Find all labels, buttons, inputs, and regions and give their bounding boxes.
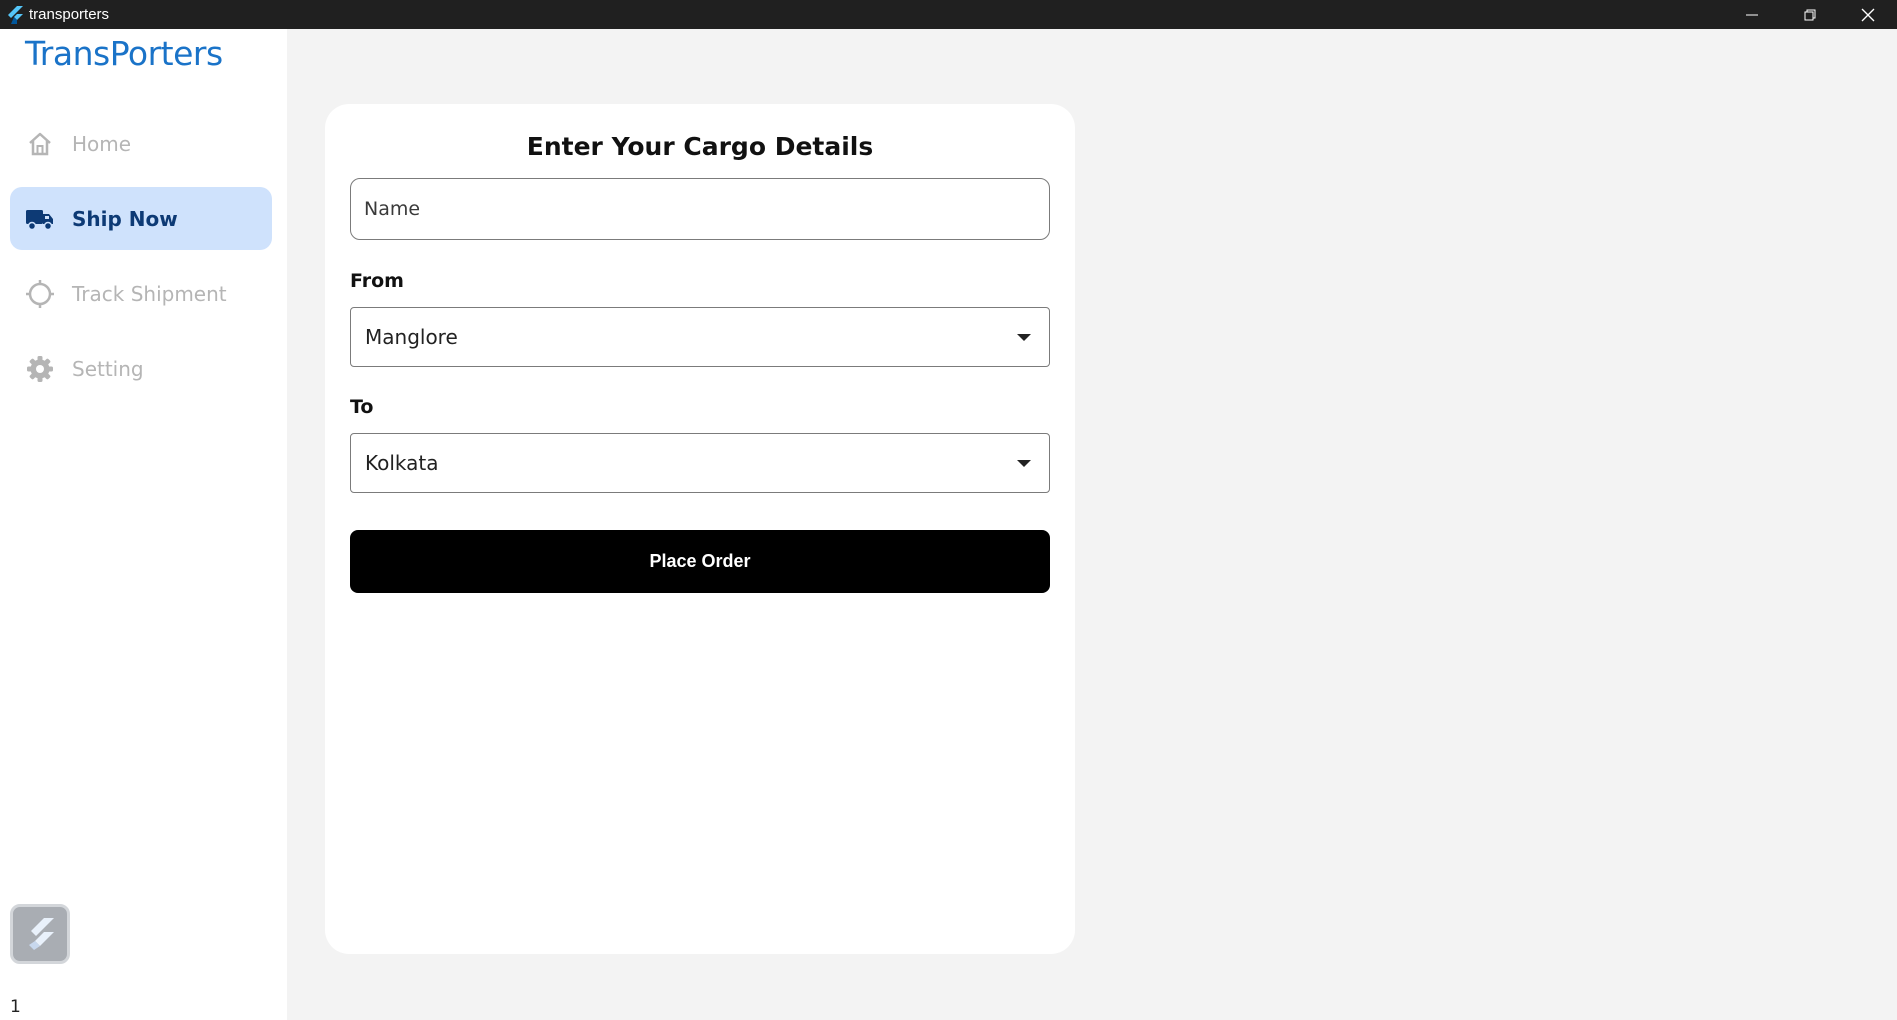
from-label: From	[350, 270, 404, 292]
chevron-down-icon	[1017, 460, 1031, 467]
restore-icon	[1804, 9, 1816, 20]
restore-button[interactable]	[1781, 0, 1839, 29]
to-select[interactable]: Kolkata	[350, 433, 1050, 493]
close-button[interactable]	[1839, 0, 1897, 29]
window-title: transporters	[29, 6, 110, 23]
app-logo-icon	[29, 918, 54, 950]
flutter-icon	[0, 0, 29, 29]
to-label: To	[350, 396, 374, 418]
footer-number: 1	[10, 997, 21, 1017]
from-select[interactable]: Manglore	[350, 307, 1050, 367]
sidebar-item-label: Track Shipment	[72, 281, 227, 306]
sidebar: TransPorters Home Ship Now Track Shipmen…	[0, 29, 287, 1020]
brand-title: TransPorters	[25, 34, 223, 73]
gear-icon	[12, 337, 68, 400]
crosshair-icon	[12, 262, 68, 325]
home-icon	[12, 112, 68, 175]
chevron-down-icon	[1017, 334, 1031, 341]
sidebar-item-ship-now[interactable]: Ship Now	[10, 187, 272, 250]
sidebar-item-setting[interactable]: Setting	[10, 337, 272, 400]
to-value: Kolkata	[365, 451, 439, 475]
name-field[interactable]	[350, 178, 1050, 240]
sidebar-item-label: Ship Now	[72, 206, 178, 231]
from-value: Manglore	[365, 325, 458, 349]
sidebar-item-track-shipment[interactable]: Track Shipment	[10, 262, 272, 325]
sidebar-item-home[interactable]: Home	[10, 112, 272, 175]
truck-icon	[12, 187, 68, 250]
minimize-button[interactable]	[1723, 0, 1781, 29]
sidebar-item-label: Home	[72, 131, 132, 156]
sidebar-item-label: Setting	[72, 356, 144, 381]
place-order-button[interactable]: Place Order	[350, 530, 1050, 593]
name-input[interactable]	[351, 179, 1049, 239]
form-title: Enter Your Cargo Details	[526, 132, 874, 161]
minimize-icon	[1746, 14, 1758, 15]
avatar[interactable]	[10, 904, 70, 964]
close-icon	[1861, 8, 1875, 21]
title-bar: transporters	[0, 0, 1897, 29]
cargo-form-card: Enter Your Cargo Details From Manglore T…	[325, 104, 1075, 954]
